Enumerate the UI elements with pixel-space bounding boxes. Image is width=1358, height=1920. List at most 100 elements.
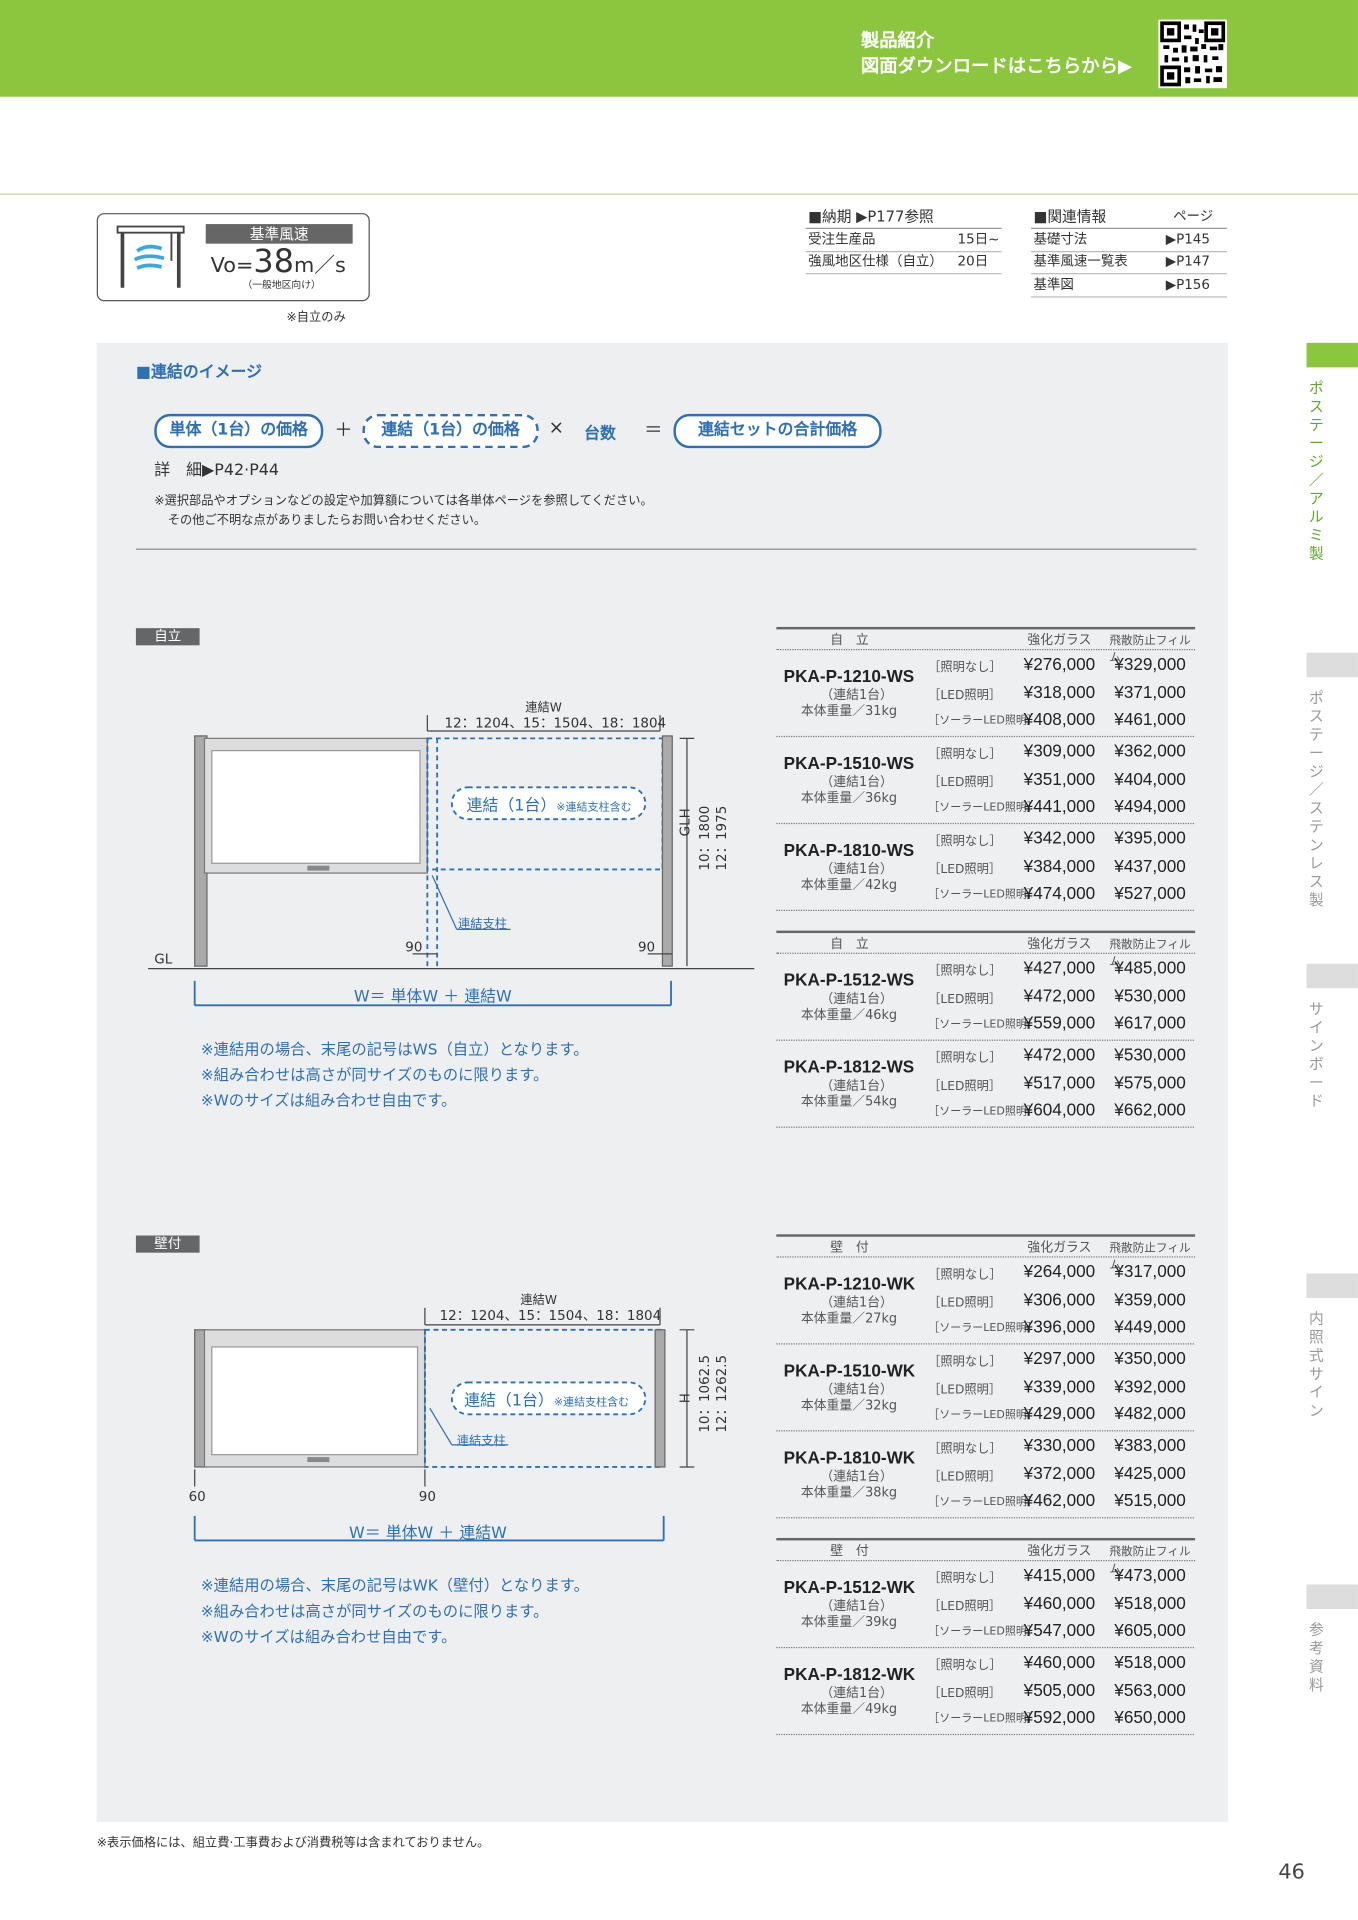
price-glass: ¥604,000 [1023,1099,1096,1120]
model-name: PKA-P-1810-WK [783,1447,916,1467]
bubble-label: 連結（1台）※連結支柱含む [464,1387,629,1410]
price-film: ¥485,000 [1114,957,1186,978]
detail-link[interactable]: 詳 細▶P42·P44 [154,457,279,480]
bubble-small: ※連結支柱含む [553,1397,630,1410]
kabetsuke-note: ※組み合わせは高さが同サイズのものに限ります。 [200,1601,549,1621]
price-glass: ¥462,000 [1023,1490,1096,1510]
vo-prefix: Vo= [210,253,254,278]
price-glass: ¥505,000 [1023,1679,1096,1699]
price-film: ¥482,000 [1114,1403,1186,1423]
related-link[interactable]: ▶P156 [1166,274,1210,296]
footnote: ※表示価格には、組立費·工事費および消費税等は含まれておりません。 [96,1836,490,1851]
model-row: PKA-P-1510-WK （連結1台） 本体重量／32kg ［照明なし］ ¥297,0… [776,1343,1194,1432]
related-link[interactable]: ▶P145 [1166,229,1210,251]
price-film: ¥662,000 [1114,1099,1186,1120]
related-row[interactable]: 基準図 ▶P156 [1031,274,1227,298]
delivery-row: 受注生産品 15日~ [805,227,1002,253]
price-glass: ¥517,000 [1023,1072,1096,1092]
related-key: 基準図 [1033,276,1074,293]
side-tab-marker[interactable] [1306,1273,1358,1298]
related-link[interactable]: ▶P147 [1166,251,1210,273]
model-weight: 本体重量／54kg [800,1094,898,1110]
delivery-info: ■納期 ▶P177参照 受注生産品 15日~ 強風地区仕様（自立） 20日 [805,206,1002,279]
table-title: 壁 付 [830,1544,869,1559]
qr-code-icon[interactable] [1158,19,1227,89]
side-tab-label[interactable]: サインボード [1308,1000,1325,1110]
model-name: PKA-P-1210-WS [783,666,915,686]
price-film: ¥383,000 [1114,1435,1186,1455]
side-tab-label[interactable]: 内照式サイン [1308,1310,1325,1420]
post-label: 連結支柱 [456,1435,506,1449]
light-label: ［ソーラーLED照明］ [928,1105,1038,1118]
price-glass: ¥460,000 [1023,1592,1096,1613]
price-film: ¥329,000 [1114,653,1186,674]
table-title: 自 立 [830,936,869,952]
formula-times: × [548,416,564,439]
light-label: ［LED照明］ [928,1079,1002,1093]
side-tab-label[interactable]: 参考資料 [1308,1621,1325,1694]
side-tab-marker-active[interactable] [1306,342,1358,368]
formula-count: 台数 [584,424,616,444]
price-glass: ¥559,000 [1023,1012,1096,1033]
price-film: ¥437,000 [1114,855,1186,875]
formula-linked-price: 連結（1台）の価格 [362,413,539,449]
light-label: ［ソーラーLED照明］ [928,715,1038,728]
model-name: PKA-P-1510-WS [783,753,915,773]
model-weight: 本体重量／27kg [800,1311,898,1327]
model-row: PKA-P-1812-WK （連結1台） 本体重量／49kg ［照明なし］ ¥460,0… [776,1647,1194,1736]
model-name: PKA-P-1812-WK [783,1664,916,1684]
side-tab-marker[interactable] [1306,1584,1358,1609]
price-film: ¥392,000 [1114,1375,1186,1396]
price-glass: ¥472,000 [1023,985,1096,1005]
section-tag-jiritsu: 自立 [135,628,200,646]
w-formula: W＝ 単体W ＋ 連結W [353,988,512,1007]
related-row[interactable]: 基礎寸法 ▶P145 [1031,227,1227,253]
header-line2[interactable]: 図面ダウンロードはこちらから▶ [861,53,1132,79]
price-glass: ¥339,000 [1023,1375,1096,1396]
delivery-title[interactable]: ■納期 ▶P177参照 [808,206,934,227]
price-table: 壁 付強化ガラス 飛散防止フィルム PKA-P-1512-WK （連結1台） 本体重量／… [776,1537,1196,1736]
price-glass: ¥441,000 [1023,795,1096,816]
w-formula: W＝ 単体W ＋ 連結W [348,1524,507,1543]
vo-unit: m／s [293,253,346,278]
price-film: ¥518,000 [1114,1592,1186,1613]
light-label: ［照明なし］ [928,1572,1002,1586]
jiritsu-note: ※連結用の場合、末尾の記号はWS（自立）となります。 [200,1039,589,1058]
price-film: ¥575,000 [1114,1072,1186,1092]
side-tab-label[interactable]: ポステージ／ステンレス製 [1308,689,1325,909]
light-label: ［照明なし］ [928,1442,1002,1456]
model-row: PKA-P-1210-WS （連結1台） 本体重量／31kg ［照明なし］ ¥276,0… [776,649,1194,738]
col-glass: 強化ガラス [1027,1240,1092,1256]
light-label: ［LED照明］ [928,1296,1002,1310]
price-film: ¥650,000 [1114,1706,1186,1727]
bubble-main: 連結（1台） [466,797,557,816]
wind-icon [115,224,188,295]
glh-label: GLH [677,808,694,837]
price-film: ¥530,000 [1114,985,1186,1005]
model-name: PKA-P-1512-WK [783,1577,916,1597]
h-label: H [677,1393,694,1404]
height-2: 12：1975 [713,805,730,871]
side-tab-label[interactable]: ポステージ／アルミ製 [1308,380,1325,564]
formula-equals: ＝ [644,418,663,441]
delivery-value: 15日~ [957,231,1000,248]
side-tab-marker[interactable] [1306,963,1358,989]
header-line1[interactable]: 製品紹介 [861,27,934,53]
light-label: ［LED照明］ [928,1470,1002,1484]
model-weight: 本体重量／31kg [800,704,898,719]
light-label: ［照明なし］ [928,835,1002,849]
price-glass: ¥318,000 [1023,681,1096,702]
light-label: ［照明なし］ [928,1268,1002,1283]
price-glass: ¥306,000 [1023,1288,1096,1309]
kabetsuke-note: ※連結用の場合、末尾の記号はWK（壁付）となります。 [200,1575,589,1595]
related-row[interactable]: 基準風速一覧表 ▶P147 [1031,251,1227,275]
dim-60: 60 [188,1488,206,1505]
dim-90-right: 90 [637,939,656,956]
side-tab-marker[interactable] [1306,652,1358,678]
price-glass: ¥309,000 [1023,740,1096,761]
delivery-row: 強風地区仕様（自立） 20日 [805,251,1002,275]
model-row: PKA-P-1512-WS （連結1台） 本体重量／46kg ［照明なし］ ¥427,0… [776,953,1194,1041]
price-glass: ¥342,000 [1023,827,1096,848]
light-label: ［ソーラーLED照明］ [928,1626,1038,1639]
price-film: ¥362,000 [1114,740,1186,761]
